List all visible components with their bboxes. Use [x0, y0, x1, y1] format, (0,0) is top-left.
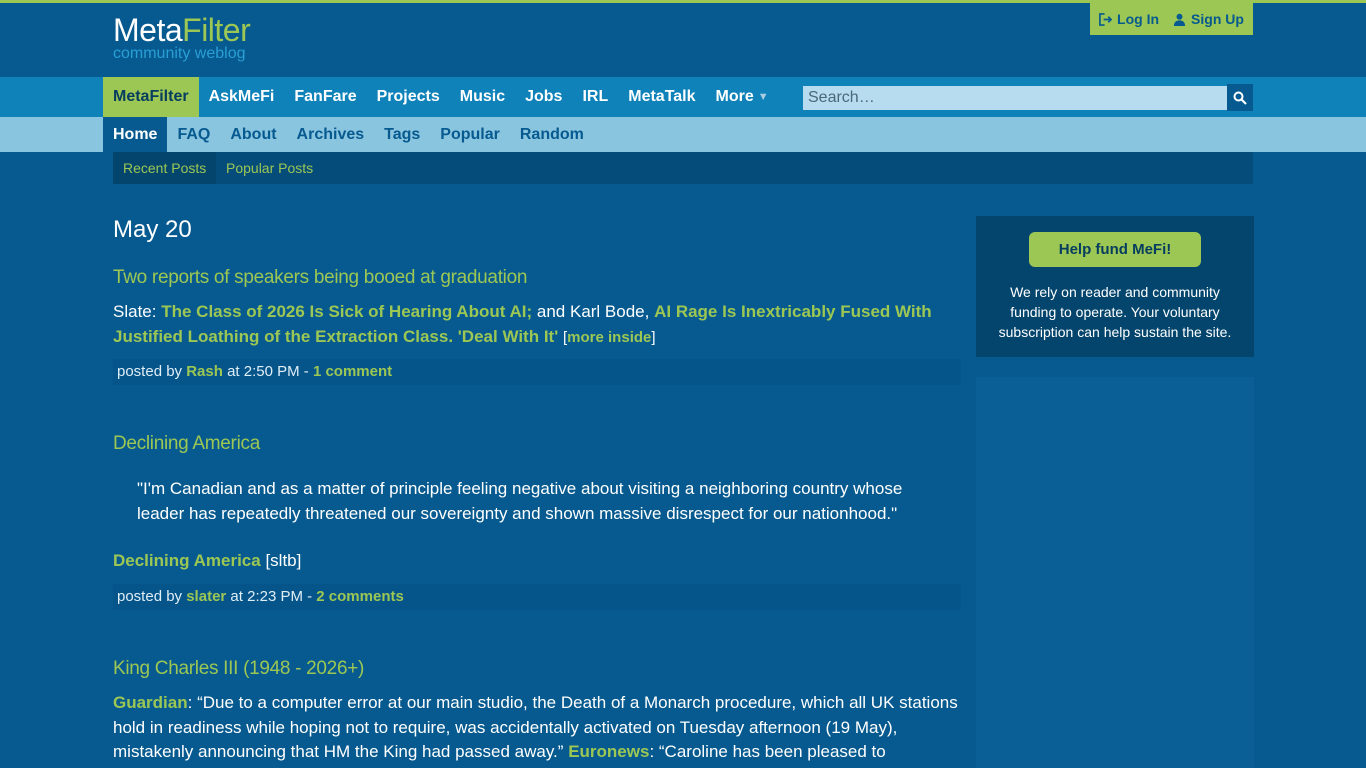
post-byline: posted by slater at 2:23 PM - 2 comments	[113, 584, 961, 610]
comments-link[interactable]: 1 comment	[313, 363, 392, 380]
nav-item-music[interactable]: Music	[450, 77, 515, 117]
help-fund-button[interactable]: Help fund MeFi!	[1029, 232, 1201, 267]
nav-item-jobs[interactable]: Jobs	[515, 77, 572, 117]
login-link[interactable]: Log In	[1099, 11, 1159, 27]
date-heading: May 20	[113, 216, 192, 243]
post-byline: posted by Rash at 2:50 PM - 1 comment	[113, 359, 961, 385]
post-body: Slate: The Class of 2026 Is Sick of Hear…	[113, 302, 932, 346]
post-body: Declining America [sltb]	[113, 551, 302, 570]
post-link[interactable]: Declining America	[113, 551, 261, 570]
nav-item-irl[interactable]: IRL	[572, 77, 618, 117]
post-link[interactable]: Guardian	[113, 693, 188, 712]
subnav-item-random[interactable]: Random	[510, 117, 594, 152]
post-link[interactable]: Euronews	[568, 742, 649, 761]
nav-item-more[interactable]: More ▼	[706, 77, 779, 117]
more-inside-link[interactable]: more inside	[567, 329, 651, 346]
subnav-item-archives[interactable]: Archives	[287, 117, 375, 152]
site-logo[interactable]: MetaFilter	[113, 14, 251, 46]
author-link[interactable]: Rash	[186, 363, 223, 380]
search-input[interactable]	[803, 86, 1227, 110]
login-icon	[1099, 12, 1113, 26]
tab-popular-posts[interactable]: Popular Posts	[216, 152, 323, 184]
fund-text: We rely on reader and community funding …	[998, 284, 1232, 340]
subnav-item-faq[interactable]: FAQ	[167, 117, 220, 152]
nav-item-metatalk[interactable]: MetaTalk	[618, 77, 705, 117]
post-title[interactable]: Two reports of speakers being booed at g…	[113, 267, 527, 289]
nav-item-projects[interactable]: Projects	[367, 77, 450, 117]
chevron-down-icon: ▼	[757, 91, 769, 103]
fund-box: Help fund MeFi! We rely on reader and co…	[976, 216, 1254, 357]
author-link[interactable]: slater	[186, 588, 226, 605]
nav-item-askmefi[interactable]: AskMeFi	[199, 77, 285, 117]
nav-item-metafilter[interactable]: MetaFilter	[103, 77, 199, 117]
post-quote: "I'm Canadian and as a matter of princip…	[137, 479, 903, 523]
sidebar-panel	[976, 377, 1254, 768]
user-icon	[1173, 13, 1186, 26]
post-title[interactable]: Declining America	[113, 433, 260, 455]
more-inside: [more inside]	[563, 328, 656, 346]
site-tagline: community weblog	[113, 45, 246, 62]
post-link[interactable]: The Class of 2026 Is Sick of Hearing Abo…	[161, 302, 532, 321]
search-icon	[1233, 91, 1247, 105]
post-tabs: Recent Posts Popular Posts	[113, 152, 1253, 184]
sub-navbar: Home FAQ About Archives Tags Popular Ran…	[0, 117, 1366, 152]
post-title[interactable]: King Charles III (1948 - 2026+)	[113, 658, 364, 680]
post-body: Guardian: “Due to a computer error at ou…	[113, 693, 958, 761]
signup-link[interactable]: Sign Up	[1173, 11, 1244, 27]
subnav-item-tags[interactable]: Tags	[374, 117, 430, 152]
nav-item-fanfare[interactable]: FanFare	[284, 77, 366, 117]
subnav-item-home[interactable]: Home	[103, 117, 168, 152]
comments-link[interactable]: 2 comments	[316, 588, 404, 605]
subnav-item-about[interactable]: About	[220, 117, 286, 152]
auth-box: Log In Sign Up	[1090, 3, 1253, 35]
search-button[interactable]	[1227, 84, 1253, 111]
subnav-item-popular[interactable]: Popular	[430, 117, 510, 152]
tab-recent-posts[interactable]: Recent Posts	[113, 152, 217, 184]
